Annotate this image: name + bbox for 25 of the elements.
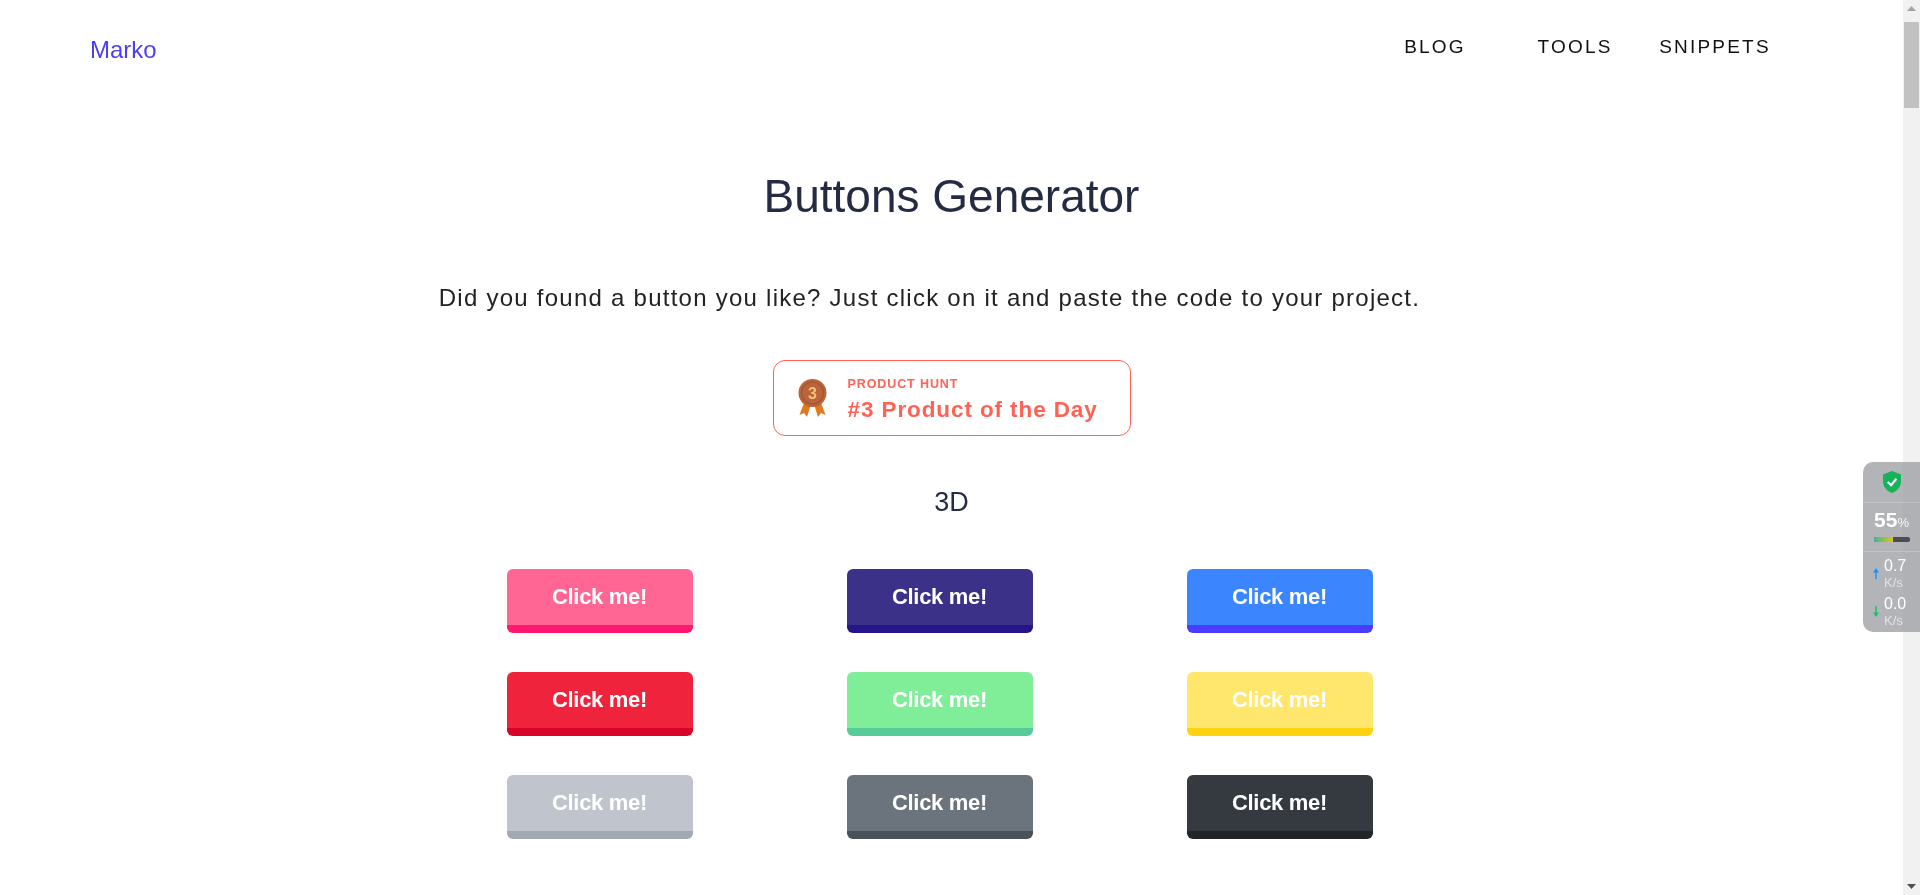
badge-eyebrow: PRODUCT HUNT bbox=[847, 376, 960, 391]
nav-link[interactable]: SNIPPETS bbox=[1659, 36, 1771, 57]
badge-title: #3 Product of the Day bbox=[847, 396, 1098, 422]
sample-button[interactable]: Click me! bbox=[506, 672, 693, 736]
speed-value: 0.0 bbox=[1884, 595, 1907, 612]
section-title: 3D bbox=[934, 486, 969, 518]
sample-button[interactable]: Click me! bbox=[1186, 569, 1373, 633]
page-title: Buttons Generator bbox=[763, 169, 1140, 224]
speed-value: 0.7 bbox=[1884, 557, 1907, 574]
nav-link[interactable]: TOOLS bbox=[1537, 36, 1613, 57]
sample-button[interactable]: Click me! bbox=[846, 775, 1033, 839]
product-hunt-badge[interactable]: 3 PRODUCT HUNT #3 Product of the Day bbox=[772, 360, 1131, 436]
sample-button[interactable]: Click me! bbox=[506, 569, 693, 633]
scrollbar-thumb[interactable] bbox=[1904, 22, 1919, 108]
sample-button[interactable]: Click me! bbox=[1186, 775, 1373, 839]
download-arrow-icon bbox=[1873, 606, 1879, 617]
upload-arrow-icon bbox=[1873, 568, 1879, 579]
page-description: Did you found a button you like? Just click on it and paste the code to your project. bbox=[438, 283, 1421, 313]
scroll-down-arrow-icon[interactable] bbox=[1907, 884, 1916, 889]
sample-button[interactable]: Click me! bbox=[846, 569, 1033, 633]
site-logo[interactable]: Marko bbox=[90, 36, 157, 64]
shield-check-icon bbox=[1882, 471, 1901, 493]
scroll-up-arrow-icon[interactable] bbox=[1907, 6, 1916, 11]
nav-link[interactable]: BLOG bbox=[1404, 36, 1466, 57]
usage-percent: 55% bbox=[1874, 509, 1909, 533]
